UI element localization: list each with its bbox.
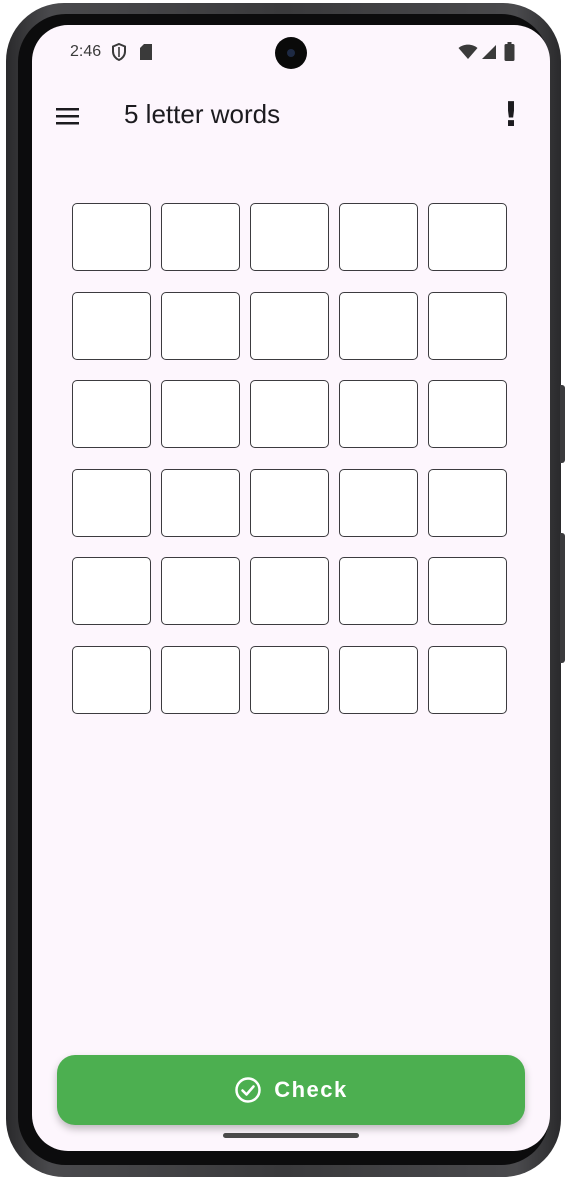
check-button[interactable]: Check xyxy=(57,1055,525,1125)
letter-cell[interactable] xyxy=(339,557,418,625)
grid-row xyxy=(72,469,510,539)
shield-icon xyxy=(111,42,127,66)
letter-cell[interactable] xyxy=(250,557,329,625)
check-button-label: Check xyxy=(274,1077,348,1102)
letter-cell[interactable] xyxy=(72,380,151,448)
volume-button xyxy=(560,533,565,663)
letter-cell[interactable] xyxy=(72,469,151,537)
letter-cell[interactable] xyxy=(250,469,329,537)
letter-cell[interactable] xyxy=(428,292,507,360)
page-title: 5 letter words xyxy=(124,99,281,129)
info-button[interactable]: ! xyxy=(497,93,525,137)
letter-cell[interactable] xyxy=(161,646,240,714)
letter-cell[interactable] xyxy=(72,557,151,625)
status-time: 2:46 xyxy=(70,43,102,60)
screen: 2:46 5 letter words ! Check xyxy=(32,25,550,1151)
letter-cell[interactable] xyxy=(428,469,507,537)
letter-cell[interactable] xyxy=(161,292,240,360)
letter-cell[interactable] xyxy=(72,646,151,714)
cell-signal-icon xyxy=(481,44,497,65)
letter-cell[interactable] xyxy=(250,203,329,271)
letter-cell[interactable] xyxy=(339,380,418,448)
front-camera xyxy=(275,37,307,69)
phone-frame: 2:46 5 letter words ! Check xyxy=(6,3,565,1177)
letter-cell[interactable] xyxy=(161,469,240,537)
battery-icon xyxy=(504,42,515,66)
grid-row xyxy=(72,557,510,627)
grid-row xyxy=(72,203,510,273)
letter-cell[interactable] xyxy=(428,380,507,448)
hamburger-menu-icon[interactable] xyxy=(50,99,86,133)
wifi-icon xyxy=(458,44,478,65)
letter-cell[interactable] xyxy=(428,557,507,625)
letter-cell[interactable] xyxy=(339,203,418,271)
letter-cell[interactable] xyxy=(428,646,507,714)
letter-cell[interactable] xyxy=(250,380,329,448)
grid-row xyxy=(72,380,510,450)
letter-cell[interactable] xyxy=(339,646,418,714)
grid-row xyxy=(72,292,510,362)
letter-cell[interactable] xyxy=(250,292,329,360)
letter-cell[interactable] xyxy=(161,557,240,625)
check-circle-icon xyxy=(234,1076,262,1104)
letter-cell[interactable] xyxy=(250,646,329,714)
power-button xyxy=(560,385,565,463)
letter-cell[interactable] xyxy=(339,292,418,360)
letter-cell[interactable] xyxy=(339,469,418,537)
sd-card-icon xyxy=(139,43,153,66)
status-bar: 2:46 xyxy=(32,25,550,79)
letter-cell[interactable] xyxy=(161,203,240,271)
app-bar: 5 letter words ! xyxy=(32,79,550,151)
home-indicator[interactable] xyxy=(223,1133,359,1138)
grid-row xyxy=(72,646,510,716)
letter-cell[interactable] xyxy=(72,203,151,271)
letter-cell[interactable] xyxy=(428,203,507,271)
letter-cell[interactable] xyxy=(72,292,151,360)
letter-cell[interactable] xyxy=(161,380,240,448)
